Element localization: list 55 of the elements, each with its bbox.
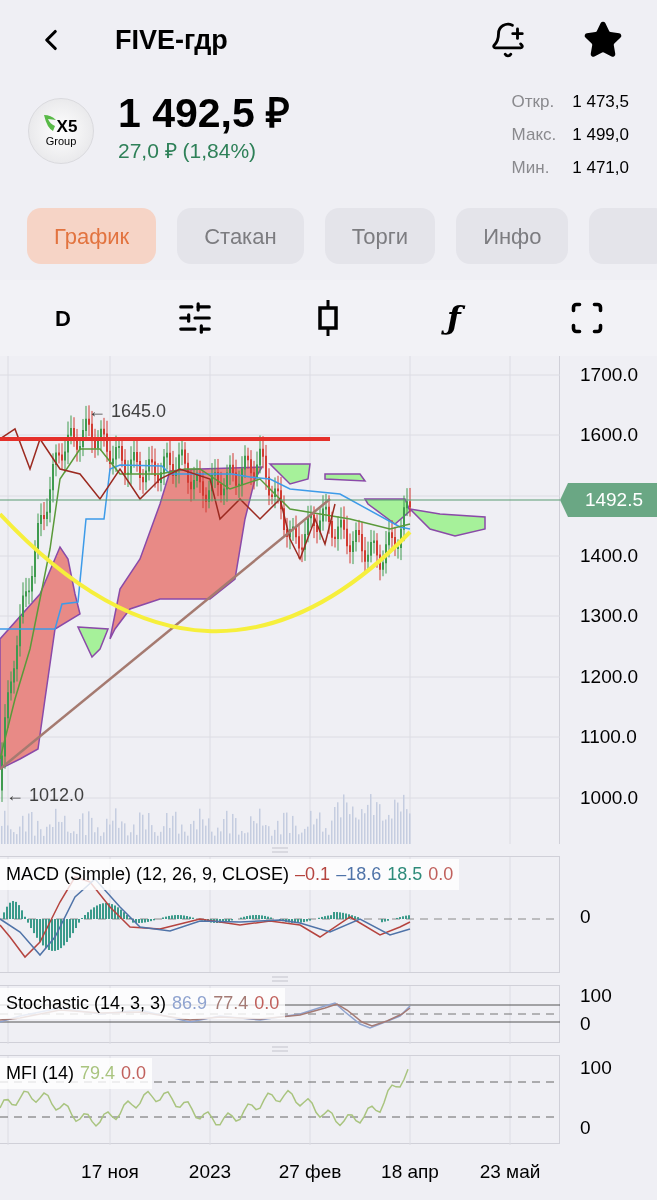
high-price-marker: ← 1645.0 (88, 400, 167, 423)
indicator-value: 79.4 (80, 1062, 116, 1085)
price-change: 27,0 ₽ (1,84%) (118, 138, 258, 164)
tab[interactable]: Стакан (177, 208, 304, 264)
axis-label: 1600.0 (580, 424, 639, 446)
stat-label: Откр. (511, 91, 556, 113)
axis-label: 1700.0 (580, 364, 639, 386)
indicator-title: MACD (Simple) (12, 26, 9, CLOSE) (6, 863, 290, 886)
cloud-area (324, 473, 367, 482)
candlestick-icon[interactable] (316, 300, 339, 336)
indicator-value: 0.0 (121, 1062, 147, 1085)
stat-value: 1 473,5 (572, 91, 629, 113)
screen-title: FIVE-гдр (115, 23, 228, 57)
axis-label: 1400.0 (580, 545, 639, 567)
date-axis-label: 18 апр (381, 1160, 439, 1184)
axis-label: 1000.0 (580, 787, 639, 809)
stat-value: 1 471,0 (572, 157, 629, 179)
axis-label: 1100.0 (580, 726, 637, 748)
indicator-value: 77.4 (213, 992, 249, 1015)
cloud-area (268, 463, 311, 485)
stat-label: Макс. (511, 124, 557, 146)
axis-label: 1300.0 (580, 605, 639, 627)
low-price-marker: ← 1012.0 (6, 784, 85, 807)
leaf-icon (43, 114, 57, 132)
stat-value: 1 499,0 (572, 124, 629, 146)
axis-label: 0 (580, 906, 591, 928)
date-axis-label: 27 фев (278, 1160, 342, 1184)
axis-label: 0 (580, 1013, 591, 1035)
indicator-title: MFI (14) (6, 1062, 74, 1085)
indicator-value: 86.9 (172, 992, 208, 1015)
indicators-button[interactable]: ƒ (440, 296, 467, 340)
date-axis-label: 2023 (188, 1160, 232, 1184)
indicator-value: 0.0 (254, 992, 280, 1015)
date-axis-label: 23 май (479, 1160, 541, 1184)
indicator-value: 0.0 (428, 863, 454, 886)
add-alert-icon[interactable] (489, 21, 527, 59)
axis-label: 100 (580, 985, 612, 1007)
period-button[interactable]: D (52, 301, 74, 335)
logo-text: X5 (56, 119, 78, 135)
indicator-title: Stochastic (14, 3, 3) (6, 992, 167, 1015)
stat-label: Мин. (511, 157, 551, 179)
tab[interactable]: График (27, 208, 157, 264)
axis-label: 0 (580, 1117, 591, 1139)
tab[interactable]: Инфо (456, 208, 569, 264)
indicator-value: –0.1 (295, 863, 331, 886)
date-axis-label: 17 ноя (81, 1160, 139, 1184)
current-price: 1 492,5 ₽ (118, 89, 291, 138)
indicator-value: –18.6 (336, 863, 382, 886)
axis-label: 100 (580, 1057, 612, 1079)
axis-label: 1200.0 (580, 666, 639, 688)
indicator-value: 18.5 (387, 863, 423, 886)
favorite-star-icon[interactable] (583, 20, 623, 60)
logo-subtext: Group (45, 135, 77, 147)
last-price-badge: 1492.5 (560, 483, 657, 517)
tab[interactable]: Торги (324, 208, 436, 264)
